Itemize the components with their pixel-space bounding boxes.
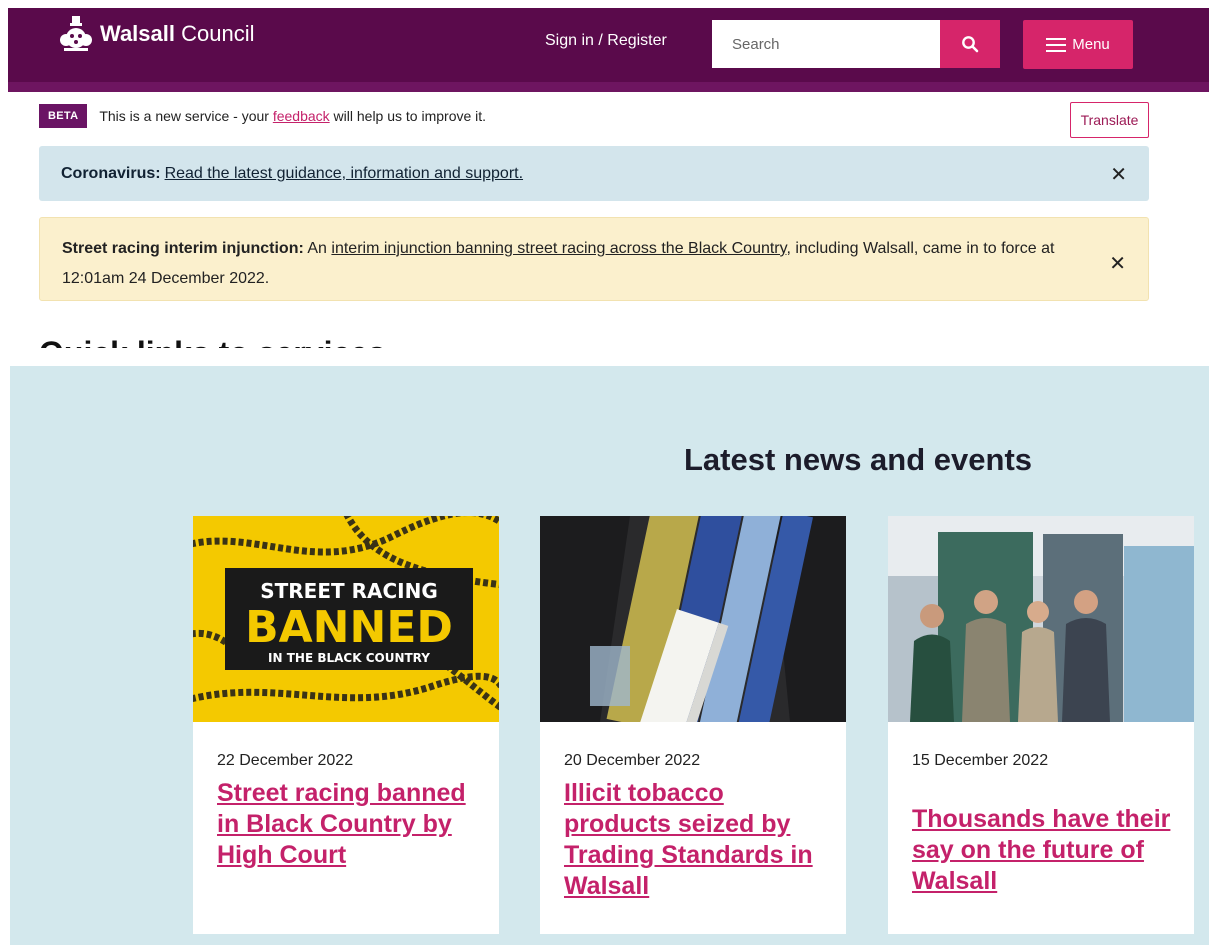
search-icon <box>962 36 979 53</box>
beta-message: This is a new service - your feedback wi… <box>99 108 487 124</box>
beta-tag: BETA <box>39 104 88 128</box>
group-photo <box>888 516 1194 722</box>
news-image-street-racing[interactable]: STREET RACING BANNED IN THE BLACK COUNTR… <box>193 516 499 722</box>
feedback-link[interactable]: feedback <box>273 108 330 124</box>
news-date: 15 December 2022 <box>912 752 1049 769</box>
coronavirus-guidance-link[interactable]: Read the latest guidance, information an… <box>165 165 523 183</box>
news-card: 15 December 2022 Thousands have their sa… <box>888 516 1194 934</box>
news-headline-link[interactable]: Street racing banned in Black Country by… <box>217 778 477 871</box>
search-input[interactable] <box>712 20 940 68</box>
news-card: STREET RACING BANNED IN THE BLACK COUNTR… <box>193 516 499 934</box>
news-headline-link[interactable]: Illicit tobacco products seized by Tradi… <box>564 778 824 902</box>
coronavirus-alert: Coronavirus: Read the latest guidance, i… <box>39 146 1149 201</box>
menu-button[interactable]: Menu <box>1023 20 1133 69</box>
news-section-title: Latest news and events <box>684 442 1033 477</box>
quick-links-heading: Quick links to services <box>39 328 386 348</box>
council-logo-link[interactable]: Walsall Council <box>58 14 255 54</box>
coronavirus-alert-label: Coronavirus: <box>61 164 161 182</box>
news-card: 20 December 2022 Illicit tobacco product… <box>540 516 846 934</box>
street-racing-banner-image: STREET RACING BANNED IN THE BLACK COUNTR… <box>193 516 499 722</box>
news-left-border <box>0 366 10 945</box>
news-image-tobacco[interactable] <box>540 516 846 722</box>
council-crest-icon <box>60 16 92 51</box>
close-icon[interactable]: ✕ <box>1110 162 1127 186</box>
banner-line1: STREET RACING <box>260 579 438 603</box>
news-date: 22 December 2022 <box>217 752 354 769</box>
translate-button[interactable]: Translate <box>1070 102 1149 138</box>
news-image-consultation[interactable] <box>888 516 1194 722</box>
street-racing-alert: Street racing interim injunction: An int… <box>39 217 1149 301</box>
sign-in-register-link[interactable]: Sign in / Register <box>545 32 667 50</box>
header-strip <box>8 82 1209 92</box>
beta-banner: BETA This is a new service - your feedba… <box>39 104 486 128</box>
seized-tobacco-photo <box>540 516 846 722</box>
logo-text: Walsall Council <box>100 21 255 46</box>
hamburger-icon <box>1046 37 1067 52</box>
street-racing-alert-label: Street racing interim injunction: <box>62 240 304 257</box>
banner-line2: BANNED <box>245 602 453 653</box>
menu-label: Menu <box>1072 36 1110 53</box>
page: Walsall Council Sign in / Register Menu … <box>0 0 1209 945</box>
search-button[interactable] <box>940 20 1000 68</box>
top-margin <box>0 0 1209 8</box>
close-icon[interactable]: ✕ <box>1109 248 1126 278</box>
news-date: 20 December 2022 <box>564 752 701 769</box>
street-racing-injunction-link[interactable]: interim injunction banning street racing… <box>331 240 786 257</box>
news-headline-link[interactable]: Thousands have their say on the future o… <box>912 804 1172 897</box>
banner-line3: IN THE BLACK COUNTRY <box>268 651 430 665</box>
